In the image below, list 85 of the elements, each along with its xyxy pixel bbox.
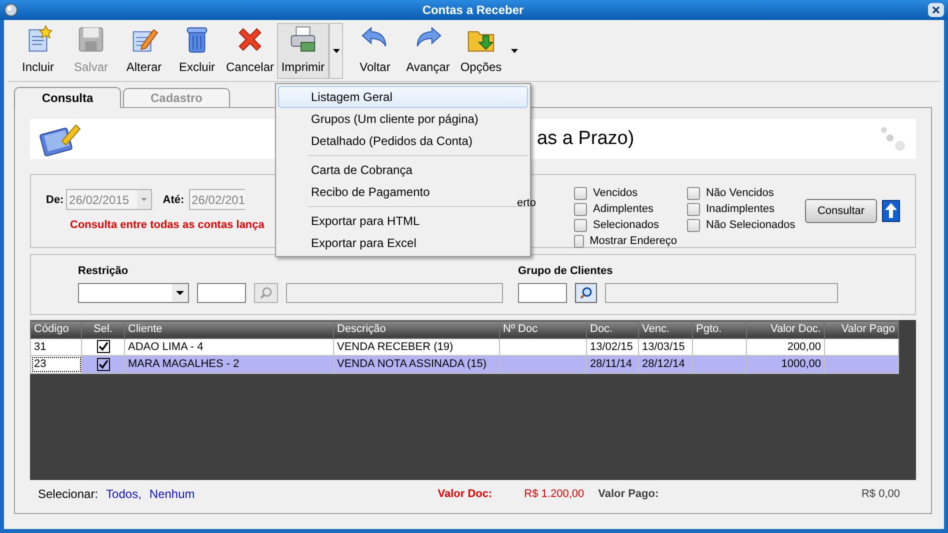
total-doc-value: R$ 1.200,00	[524, 486, 584, 502]
column-header[interactable]: Descrição	[334, 320, 500, 338]
toolbar-button[interactable]: Opções	[455, 23, 507, 79]
caret-icon	[510, 49, 518, 53]
from-date-field[interactable]: 26/02/2015	[66, 189, 152, 210]
column-header[interactable]: Sel.	[82, 320, 124, 338]
from-label: De:	[46, 192, 65, 208]
tab[interactable]: Consulta	[14, 87, 121, 108]
column-header[interactable]: Código	[30, 320, 82, 338]
total-doc-label: Valor Doc:	[438, 486, 492, 502]
table-cell: 28/11/14	[590, 358, 632, 370]
toolbar-button[interactable]: Cancelar	[224, 23, 276, 79]
caret-icon	[332, 49, 340, 53]
table-cell: 13/02/15	[590, 340, 633, 352]
table-cell: ADAO LIMA - 4	[128, 340, 204, 352]
column-header[interactable]: Doc.	[586, 320, 638, 338]
checkbox[interactable]	[574, 218, 587, 232]
row-checkbox[interactable]	[96, 358, 110, 371]
client-group-label: Grupo de Clientes	[518, 264, 614, 279]
menu-item[interactable]: Carta de Cobrança	[278, 159, 528, 181]
toolbar-button[interactable]: Voltar	[349, 23, 401, 79]
table-cell: MARA MAGALHES - 2	[128, 358, 240, 370]
close-icon	[932, 6, 940, 14]
checkbox-label: Inadimplentes	[706, 202, 774, 217]
menu-item[interactable]: Exportar para Excel	[278, 232, 528, 254]
table-cell: 23	[34, 358, 46, 370]
table-cell: 200,00	[787, 340, 821, 352]
select-label: Selecionar:	[38, 486, 98, 503]
window-icon	[4, 3, 18, 17]
info-message: Consulta entre todas as contas lança	[70, 218, 266, 233]
group-code-field[interactable]	[518, 282, 567, 302]
group-description-field[interactable]	[605, 282, 838, 302]
search-icon	[259, 286, 273, 300]
header-title: as a Prazo)	[537, 126, 636, 151]
checkbox-label: Não Vencidos	[706, 186, 774, 201]
search-button[interactable]	[575, 282, 597, 302]
column-header[interactable]: Pgto.	[692, 320, 746, 338]
toolbar-button[interactable]: Imprimir	[277, 23, 329, 79]
checkbox-label: Vencidos	[593, 186, 638, 201]
checkbox[interactable]	[687, 218, 700, 232]
column-header[interactable]: Cliente	[124, 320, 334, 338]
consultar-button[interactable]: Consultar	[805, 199, 877, 223]
toolbar-button[interactable]: Avançar	[402, 23, 454, 79]
description-field[interactable]	[286, 282, 503, 302]
menu-item[interactable]: Listagem Geral	[278, 86, 528, 108]
checkbox[interactable]	[574, 234, 584, 248]
column-header[interactable]: Venc.	[638, 320, 692, 338]
checkbox[interactable]	[574, 202, 587, 216]
code-field[interactable]	[197, 282, 246, 302]
dots-icon	[878, 124, 908, 154]
checkbox[interactable]	[687, 186, 700, 200]
checkbox-label: Adimplentes	[593, 202, 654, 217]
select-link[interactable]: Todos,	[106, 485, 142, 503]
checkbox-label: Não Selecionados	[706, 218, 796, 233]
column-header[interactable]: Valor Pago	[824, 320, 898, 338]
table-cell: 1000,00	[781, 358, 821, 370]
restriction-label: Restrição	[78, 264, 130, 279]
checkbox[interactable]	[687, 202, 700, 216]
select-link[interactable]: Nenhum	[149, 485, 195, 503]
row-checkbox[interactable]	[96, 340, 110, 354]
toolbar-button[interactable]: Incluir	[12, 23, 64, 79]
search-icon	[579, 286, 593, 300]
table-cell: 31	[34, 340, 46, 352]
to-date-field[interactable]: 26/02/201	[188, 189, 246, 210]
column-header[interactable]: Nº Doc	[500, 320, 586, 338]
table-cell: 28/12/14	[642, 358, 685, 370]
checkbox-label: Mostrar Endereço	[590, 234, 677, 249]
toolbar-button[interactable]: Excluir	[171, 23, 223, 79]
checkbox-label: Selecionados	[593, 218, 660, 233]
checkbox[interactable]	[574, 186, 587, 200]
table-cell: VENDA RECEBER (19)	[337, 340, 454, 352]
menu-item[interactable]: Grupos (Um cliente por página)	[278, 108, 528, 130]
option-label: erto	[517, 196, 536, 210]
restriction-dropdown[interactable]	[78, 282, 189, 302]
window-title: Contas a Receber	[422, 2, 524, 19]
total-paid-label: Valor Pago:	[598, 486, 659, 502]
toolbar-button[interactable]: Alterar	[118, 23, 170, 79]
table-cell: 13/03/15	[642, 340, 685, 352]
to-label: Até:	[162, 192, 186, 208]
table-cell: VENDA NOTA ASSINADA (15)	[337, 358, 487, 370]
menu-item[interactable]: Exportar para HTML	[278, 210, 528, 232]
close-button[interactable]	[928, 3, 944, 17]
column-header[interactable]: Valor Doc.	[746, 320, 824, 338]
total-paid-value: R$ 0,00	[861, 486, 900, 502]
menu-item[interactable]: Detalhado (Pedidos da Conta)	[278, 130, 528, 152]
